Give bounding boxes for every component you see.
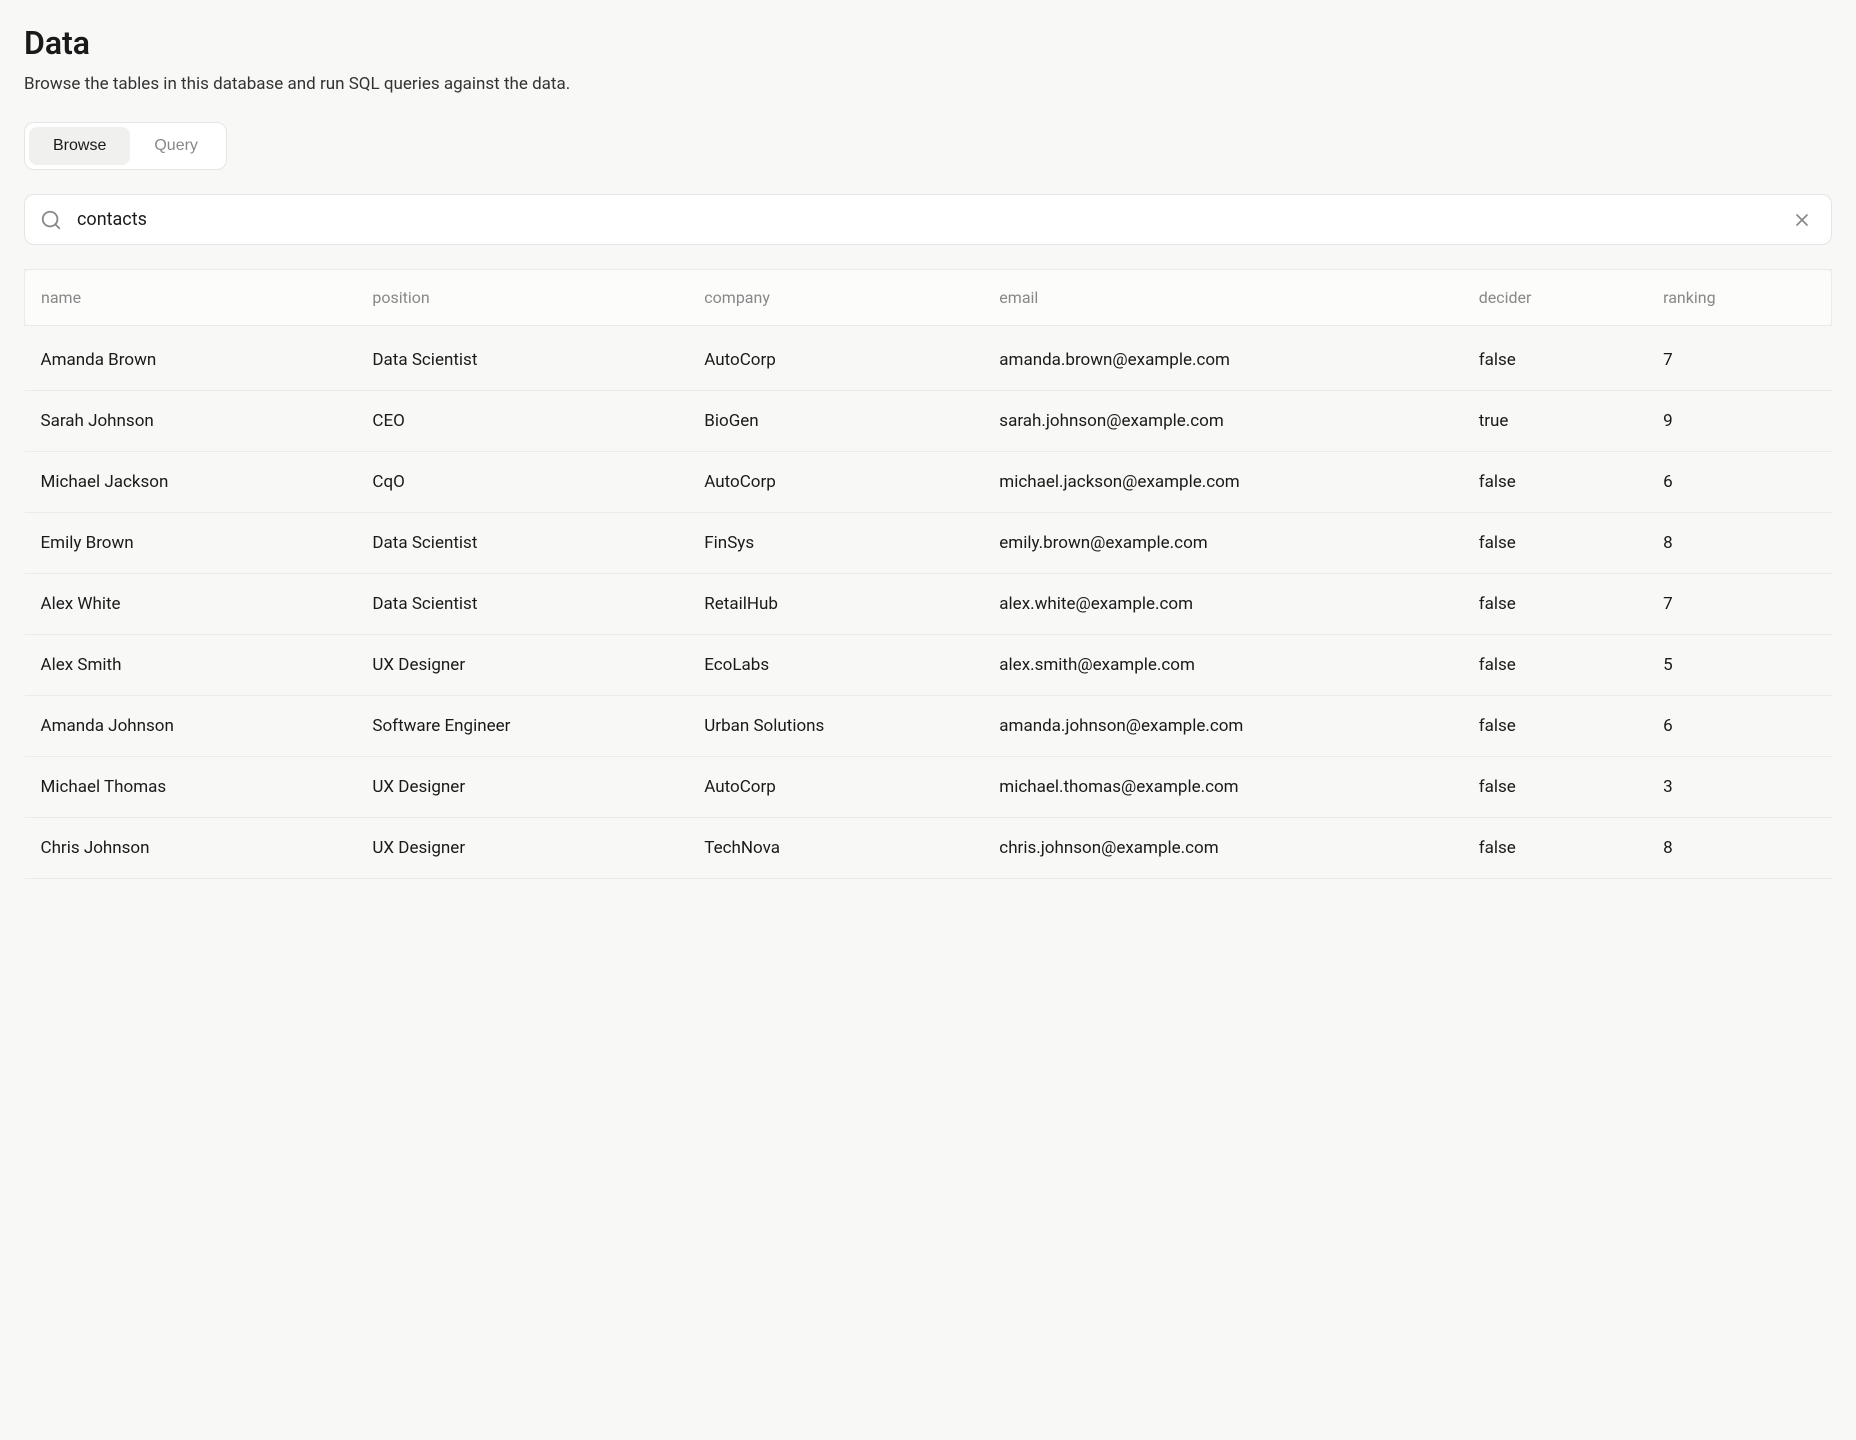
cell-decider: false: [1463, 696, 1647, 757]
tab-query[interactable]: Query: [130, 127, 222, 165]
cell-name: Alex Smith: [25, 635, 357, 696]
data-table: name position company email decider rank…: [24, 269, 1832, 879]
cell-email: alex.white@example.com: [983, 574, 1462, 635]
table-row[interactable]: Chris JohnsonUX DesignerTechNovachris.jo…: [25, 818, 1832, 879]
cell-position: UX Designer: [356, 818, 688, 879]
cell-position: Data Scientist: [356, 574, 688, 635]
cell-position: CqO: [356, 452, 688, 513]
cell-company: AutoCorp: [688, 326, 983, 391]
table-row[interactable]: Alex WhiteData ScientistRetailHubalex.wh…: [25, 574, 1832, 635]
table-header-row: name position company email decider rank…: [25, 270, 1832, 326]
cell-decider: false: [1463, 574, 1647, 635]
table-row[interactable]: Sarah JohnsonCEOBioGensarah.johnson@exam…: [25, 391, 1832, 452]
cell-company: AutoCorp: [688, 757, 983, 818]
cell-email: michael.jackson@example.com: [983, 452, 1462, 513]
table-row[interactable]: Alex SmithUX DesignerEcoLabsalex.smith@e…: [25, 635, 1832, 696]
tab-browse[interactable]: Browse: [29, 127, 130, 165]
cell-email: alex.smith@example.com: [983, 635, 1462, 696]
column-header-email[interactable]: email: [983, 270, 1462, 326]
cell-ranking: 6: [1647, 452, 1831, 513]
cell-position: Data Scientist: [356, 326, 688, 391]
cell-company: BioGen: [688, 391, 983, 452]
cell-company: RetailHub: [688, 574, 983, 635]
cell-decider: false: [1463, 326, 1647, 391]
cell-company: TechNova: [688, 818, 983, 879]
tab-group: Browse Query: [24, 122, 227, 170]
cell-decider: false: [1463, 635, 1647, 696]
column-header-name[interactable]: name: [25, 270, 357, 326]
search-icon: [40, 209, 62, 231]
cell-company: AutoCorp: [688, 452, 983, 513]
cell-decider: true: [1463, 391, 1647, 452]
column-header-decider[interactable]: decider: [1463, 270, 1647, 326]
cell-decider: false: [1463, 452, 1647, 513]
clear-icon[interactable]: [1788, 206, 1816, 234]
cell-decider: false: [1463, 818, 1647, 879]
cell-email: michael.thomas@example.com: [983, 757, 1462, 818]
cell-position: UX Designer: [356, 757, 688, 818]
cell-email: amanda.brown@example.com: [983, 326, 1462, 391]
cell-name: Michael Thomas: [25, 757, 357, 818]
cell-position: CEO: [356, 391, 688, 452]
cell-name: Sarah Johnson: [25, 391, 357, 452]
cell-company: EcoLabs: [688, 635, 983, 696]
cell-name: Emily Brown: [25, 513, 357, 574]
cell-company: FinSys: [688, 513, 983, 574]
table-row[interactable]: Michael ThomasUX DesignerAutoCorpmichael…: [25, 757, 1832, 818]
cell-ranking: 3: [1647, 757, 1831, 818]
cell-email: emily.brown@example.com: [983, 513, 1462, 574]
cell-email: chris.johnson@example.com: [983, 818, 1462, 879]
cell-ranking: 7: [1647, 326, 1831, 391]
table-row[interactable]: Emily BrownData ScientistFinSysemily.bro…: [25, 513, 1832, 574]
cell-email: sarah.johnson@example.com: [983, 391, 1462, 452]
cell-ranking: 8: [1647, 513, 1831, 574]
cell-name: Alex White: [25, 574, 357, 635]
cell-name: Michael Jackson: [25, 452, 357, 513]
page-title: Data: [24, 24, 1832, 62]
column-header-position[interactable]: position: [356, 270, 688, 326]
search-input[interactable]: [24, 194, 1832, 245]
cell-name: Chris Johnson: [25, 818, 357, 879]
cell-ranking: 8: [1647, 818, 1831, 879]
table-row[interactable]: Michael JacksonCqOAutoCorpmichael.jackso…: [25, 452, 1832, 513]
search-wrapper: [24, 194, 1832, 245]
column-header-ranking[interactable]: ranking: [1647, 270, 1831, 326]
cell-ranking: 6: [1647, 696, 1831, 757]
cell-decider: false: [1463, 513, 1647, 574]
cell-position: Data Scientist: [356, 513, 688, 574]
cell-name: Amanda Brown: [25, 326, 357, 391]
cell-name: Amanda Johnson: [25, 696, 357, 757]
cell-ranking: 9: [1647, 391, 1831, 452]
cell-ranking: 5: [1647, 635, 1831, 696]
cell-ranking: 7: [1647, 574, 1831, 635]
cell-company: Urban Solutions: [688, 696, 983, 757]
cell-position: Software Engineer: [356, 696, 688, 757]
cell-decider: false: [1463, 757, 1647, 818]
table-container: name position company email decider rank…: [24, 269, 1832, 879]
cell-position: UX Designer: [356, 635, 688, 696]
table-row[interactable]: Amanda BrownData ScientistAutoCorpamanda…: [25, 326, 1832, 391]
page-subtitle: Browse the tables in this database and r…: [24, 74, 1832, 94]
cell-email: amanda.johnson@example.com: [983, 696, 1462, 757]
column-header-company[interactable]: company: [688, 270, 983, 326]
table-row[interactable]: Amanda JohnsonSoftware EngineerUrban Sol…: [25, 696, 1832, 757]
